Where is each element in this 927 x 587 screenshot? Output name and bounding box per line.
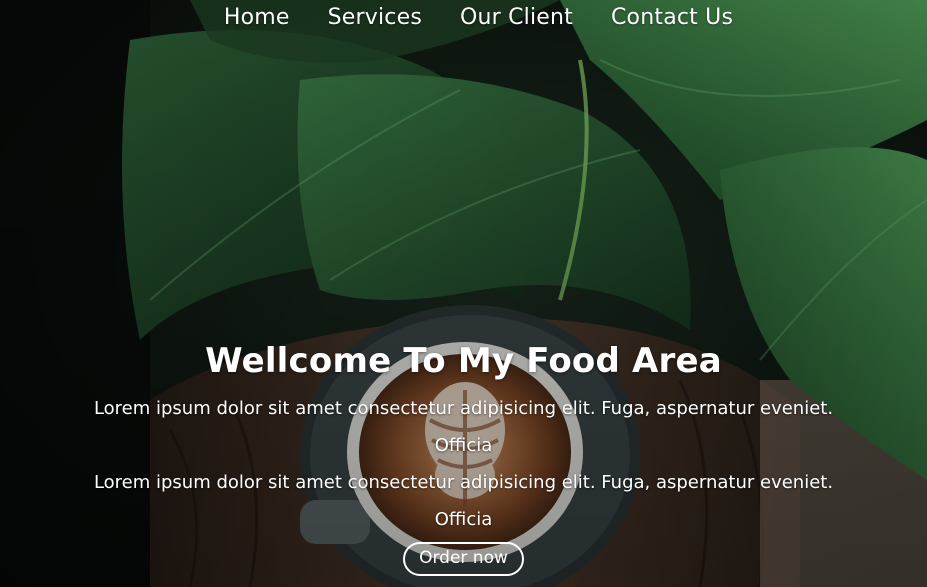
main-nav: Home Services Our Client Contact Us <box>0 0 927 34</box>
order-now-button[interactable]: Order now <box>403 542 524 576</box>
nav-item-contact-us[interactable]: Contact Us <box>611 5 733 30</box>
hero-paragraph-1: Lorem ipsum dolor sit amet consectetur a… <box>93 398 834 456</box>
nav-item-our-client[interactable]: Our Client <box>460 5 573 30</box>
hero-section: Home Services Our Client Contact Us Well… <box>0 0 927 587</box>
nav-item-home[interactable]: Home <box>224 5 290 30</box>
nav-item-services[interactable]: Services <box>328 5 422 30</box>
hero-paragraph-2: Lorem ipsum dolor sit amet consectetur a… <box>93 472 834 530</box>
hero-title: Wellcome To My Food Area <box>205 341 722 381</box>
hero-content: Wellcome To My Food Area Lorem ipsum dol… <box>0 338 927 576</box>
